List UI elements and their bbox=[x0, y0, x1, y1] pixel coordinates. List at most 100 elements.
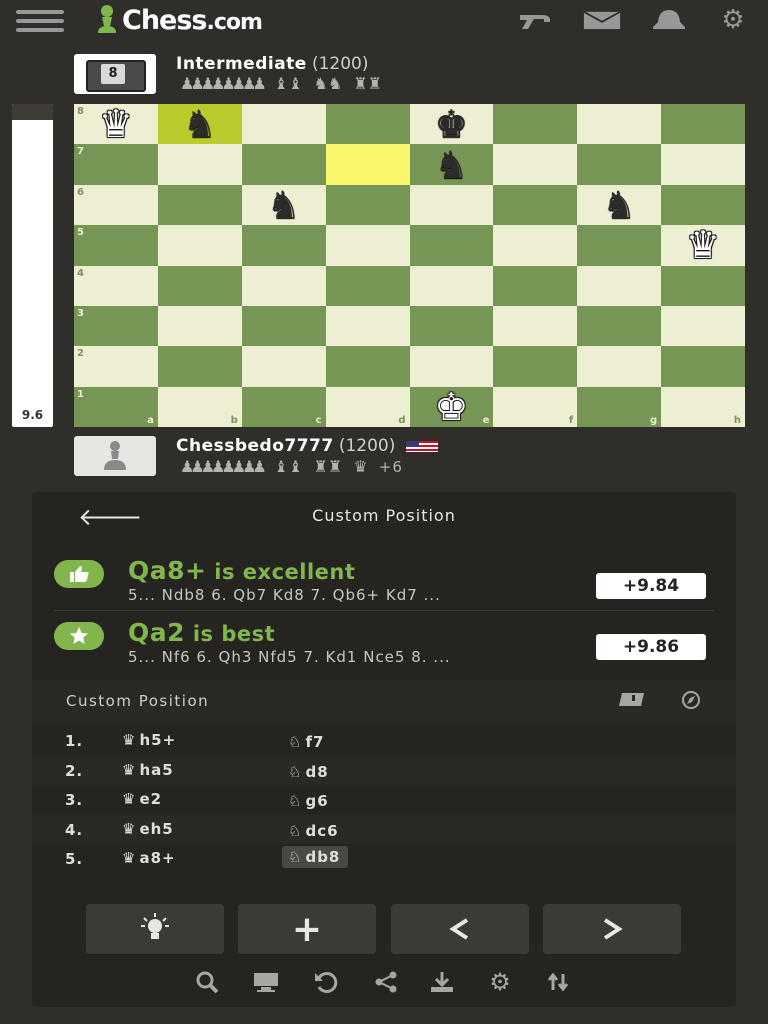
square-h1[interactable]: h bbox=[661, 386, 745, 427]
gear-icon[interactable]: ⚙ bbox=[714, 5, 752, 35]
square-a3[interactable]: 3 bbox=[74, 305, 158, 347]
square-f5[interactable] bbox=[493, 225, 578, 266]
square-g6[interactable]: ♞ bbox=[577, 184, 662, 226]
white-move[interactable]: ♛ ha5 bbox=[122, 761, 174, 779]
square-f2[interactable] bbox=[493, 346, 578, 387]
square-e2[interactable] bbox=[409, 346, 494, 387]
black-move[interactable]: ♘ g6 bbox=[282, 790, 337, 812]
square-e7[interactable]: ♞ bbox=[409, 144, 494, 185]
square-d3[interactable] bbox=[325, 305, 410, 347]
black-move[interactable]: ♘ d8 bbox=[282, 761, 337, 783]
square-e4[interactable] bbox=[409, 265, 494, 306]
square-f8[interactable] bbox=[493, 104, 578, 145]
square-d5[interactable] bbox=[325, 225, 410, 266]
engine-line[interactable]: Qa2 is best 5... Nf6 6. Qh3 Nfd5 7. Kd1 … bbox=[32, 608, 736, 670]
player-avatar[interactable] bbox=[74, 436, 156, 476]
square-d8[interactable] bbox=[325, 104, 410, 145]
square-g7[interactable] bbox=[577, 144, 662, 185]
computer-icon[interactable] bbox=[248, 968, 284, 996]
black-piece[interactable]: ♚ bbox=[434, 105, 468, 143]
square-d2[interactable] bbox=[325, 346, 410, 387]
opponent-avatar[interactable]: 8 bbox=[74, 54, 156, 94]
undo-icon[interactable] bbox=[308, 968, 344, 996]
square-a7[interactable]: 7 bbox=[74, 144, 158, 185]
square-h2[interactable] bbox=[661, 346, 745, 387]
white-move[interactable]: ♛ h5+ bbox=[122, 731, 176, 749]
hint-button[interactable] bbox=[86, 904, 224, 954]
square-g5[interactable] bbox=[577, 225, 662, 266]
square-d7[interactable] bbox=[325, 144, 410, 185]
square-c6[interactable]: ♞ bbox=[241, 184, 326, 226]
square-h8[interactable] bbox=[661, 104, 745, 145]
share-icon[interactable] bbox=[368, 968, 404, 996]
black-piece[interactable]: ♞ bbox=[602, 186, 636, 224]
menu-icon[interactable] bbox=[16, 10, 64, 32]
book-icon[interactable] bbox=[618, 690, 648, 713]
analysis-icon[interactable] bbox=[190, 968, 226, 996]
square-c2[interactable] bbox=[241, 346, 326, 387]
square-a6[interactable]: 6 bbox=[74, 184, 158, 226]
white-piece[interactable]: ♛ bbox=[686, 226, 720, 264]
white-piece[interactable]: ♛ bbox=[99, 105, 133, 143]
square-e6[interactable] bbox=[409, 184, 494, 226]
square-f3[interactable] bbox=[493, 305, 578, 347]
square-c7[interactable] bbox=[241, 144, 326, 185]
black-move[interactable]: ♘ f7 bbox=[282, 731, 332, 753]
engine-line[interactable]: Qa8+ is excellent 5... Ndb8 6. Qb7 Kd8 7… bbox=[32, 546, 736, 608]
square-f4[interactable] bbox=[493, 265, 578, 306]
square-f7[interactable] bbox=[493, 144, 578, 185]
square-c4[interactable] bbox=[241, 265, 326, 306]
square-a8[interactable]: 8 ♛ bbox=[74, 104, 158, 145]
square-d6[interactable] bbox=[325, 184, 410, 226]
flip-icon[interactable] bbox=[540, 968, 576, 996]
square-b4[interactable] bbox=[157, 265, 242, 306]
square-a5[interactable]: 5 bbox=[74, 225, 158, 266]
square-d4[interactable] bbox=[325, 265, 410, 306]
next-button[interactable] bbox=[543, 904, 681, 954]
square-g1[interactable]: g bbox=[577, 386, 662, 427]
square-h6[interactable] bbox=[661, 184, 745, 226]
square-a1[interactable]: 1a bbox=[74, 386, 158, 427]
chess-board[interactable]: 8 ♛ ♞ ♚ 7 ♞ 6 ♞ ♞ 5 ♛ 4 3 2 1 a b c d e ♚ f g h bbox=[74, 104, 745, 427]
square-f6[interactable] bbox=[493, 184, 578, 226]
square-b3[interactable] bbox=[157, 305, 242, 347]
square-b1[interactable]: b bbox=[157, 386, 242, 427]
square-c1[interactable]: c bbox=[241, 386, 326, 427]
mail-icon[interactable] bbox=[583, 8, 621, 32]
add-button[interactable]: + bbox=[238, 904, 376, 954]
white-move[interactable]: ♛ a8+ bbox=[122, 849, 176, 867]
square-b6[interactable] bbox=[157, 184, 242, 226]
square-c8[interactable] bbox=[241, 104, 326, 145]
white-piece[interactable]: ♚ bbox=[434, 388, 468, 426]
square-c3[interactable] bbox=[241, 305, 326, 347]
square-b7[interactable] bbox=[157, 144, 242, 185]
download-icon[interactable] bbox=[424, 968, 460, 996]
black-piece[interactable]: ♞ bbox=[267, 186, 301, 224]
player-name[interactable]: Chessbedo7777 bbox=[176, 436, 334, 456]
square-d1[interactable]: d bbox=[325, 386, 410, 427]
square-a2[interactable]: 2 bbox=[74, 346, 158, 387]
square-e1[interactable]: e ♚ bbox=[409, 386, 494, 427]
square-b5[interactable] bbox=[157, 225, 242, 266]
black-move[interactable]: ♘ db8 bbox=[282, 846, 349, 868]
square-h5[interactable]: ♛ bbox=[661, 225, 745, 266]
black-piece[interactable]: ♞ bbox=[183, 105, 217, 143]
previous-button[interactable] bbox=[391, 904, 529, 954]
square-g8[interactable] bbox=[577, 104, 662, 145]
square-g2[interactable] bbox=[577, 346, 662, 387]
white-move[interactable]: ♛ eh5 bbox=[122, 820, 174, 838]
square-f1[interactable]: f bbox=[493, 386, 578, 427]
black-piece[interactable]: ♞ bbox=[434, 146, 468, 184]
white-move[interactable]: ♛ e2 bbox=[122, 790, 162, 808]
square-b8[interactable]: ♞ bbox=[157, 104, 242, 145]
square-e3[interactable] bbox=[409, 305, 494, 347]
square-h4[interactable] bbox=[661, 265, 745, 306]
settings-icon[interactable]: ⚙ bbox=[482, 968, 518, 996]
logo[interactable]: Chess.com bbox=[92, 2, 263, 38]
line-continuation[interactable]: 5... Ndb8 6. Qb7 Kd8 7. Qb6+ Kd7 ... bbox=[128, 586, 608, 604]
square-e5[interactable] bbox=[409, 225, 494, 266]
square-h3[interactable] bbox=[661, 305, 745, 347]
compass-icon[interactable] bbox=[676, 690, 706, 715]
bell-icon[interactable] bbox=[650, 8, 688, 32]
square-g4[interactable] bbox=[577, 265, 662, 306]
